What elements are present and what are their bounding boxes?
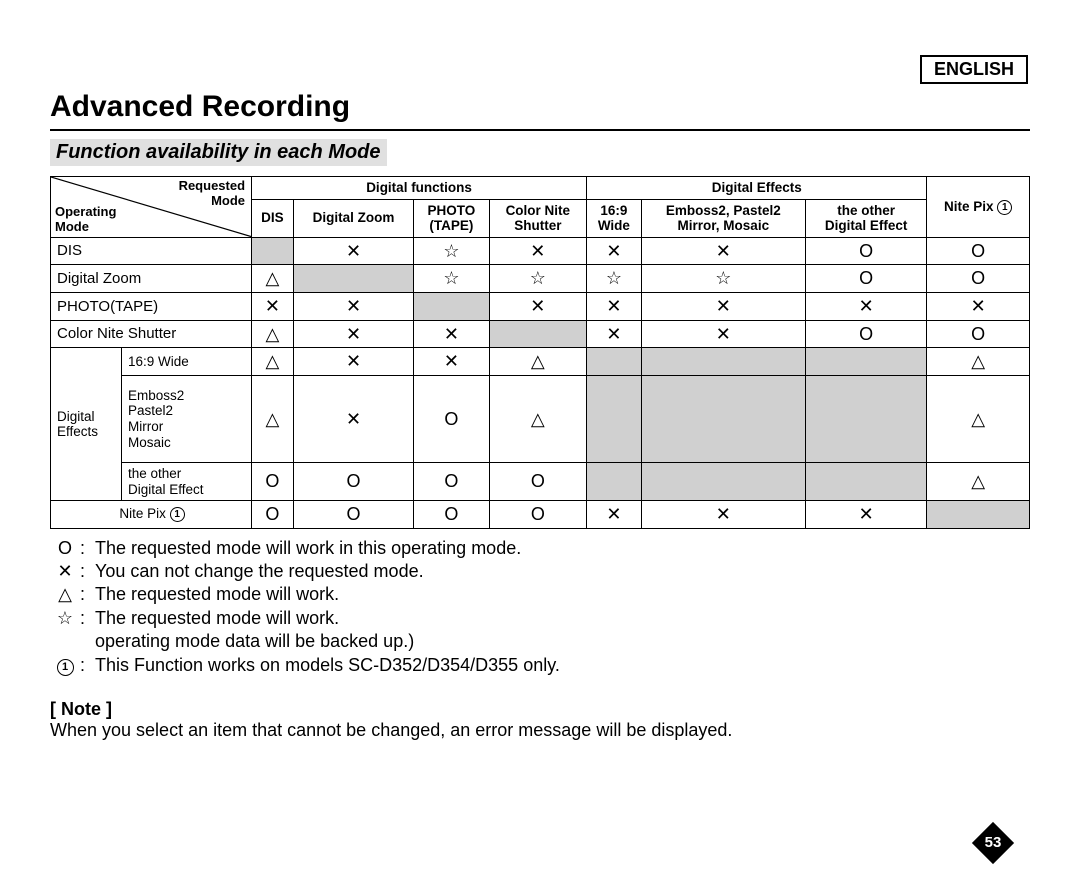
col-16-9-wide: 16:9Wide xyxy=(587,199,642,237)
table-row: PHOTO(TAPE) ✕ ✕ ✕ ✕ ✕ ✕ ✕ xyxy=(51,292,1030,320)
section-subtitle: Function availability in each Mode xyxy=(50,139,387,166)
table-row: DIS ✕ ☆ ✕ ✕ ✕ O O xyxy=(51,237,1030,265)
title-rule xyxy=(50,129,1030,131)
note-heading: [ Note ] xyxy=(50,699,1030,720)
col-emboss-pastel-mirror-mosaic: Emboss2, Pastel2Mirror, Mosaic xyxy=(641,199,805,237)
page-title: Advanced Recording xyxy=(50,90,1030,124)
table-row: Color Nite Shutter △ ✕ ✕ ✕ ✕ O O xyxy=(51,320,1030,348)
col-color-nite-shutter: Color NiteShutter xyxy=(489,199,587,237)
legend: O:The requested mode will work in this o… xyxy=(50,537,1030,677)
function-availability-table: Requested Mode Operating Mode Digital fu… xyxy=(50,176,1030,529)
table-row: Emboss2 Pastel2 Mirror Mosaic △ ✕ O △ △ xyxy=(51,375,1030,462)
header-digital-functions: Digital functions xyxy=(252,177,587,200)
note-text: When you select an item that cannot be c… xyxy=(50,720,1030,741)
diagonal-header: Requested Mode Operating Mode xyxy=(51,177,252,238)
table-row: the otherDigital Effect O O O O △ xyxy=(51,462,1030,500)
col-photo-tape: PHOTO(TAPE) xyxy=(414,199,489,237)
page-number: 53 xyxy=(971,821,1015,865)
table-row: Nite Pix 1 O O O O ✕ ✕ ✕ xyxy=(51,501,1030,529)
language-box: ENGLISH xyxy=(920,55,1028,84)
col-digital-zoom: Digital Zoom xyxy=(293,199,413,237)
col-other-digital-effect: the otherDigital Effect xyxy=(805,199,926,237)
table-row: Digital Zoom △ ☆ ☆ ☆ ☆ O O xyxy=(51,265,1030,293)
table-row: Digital Effects 16:9 Wide △ ✕ ✕ △ △ xyxy=(51,348,1030,376)
col-dis: DIS xyxy=(252,199,294,237)
header-nite-pix: Nite Pix 1 xyxy=(927,177,1030,238)
header-digital-effects: Digital Effects xyxy=(587,177,927,200)
